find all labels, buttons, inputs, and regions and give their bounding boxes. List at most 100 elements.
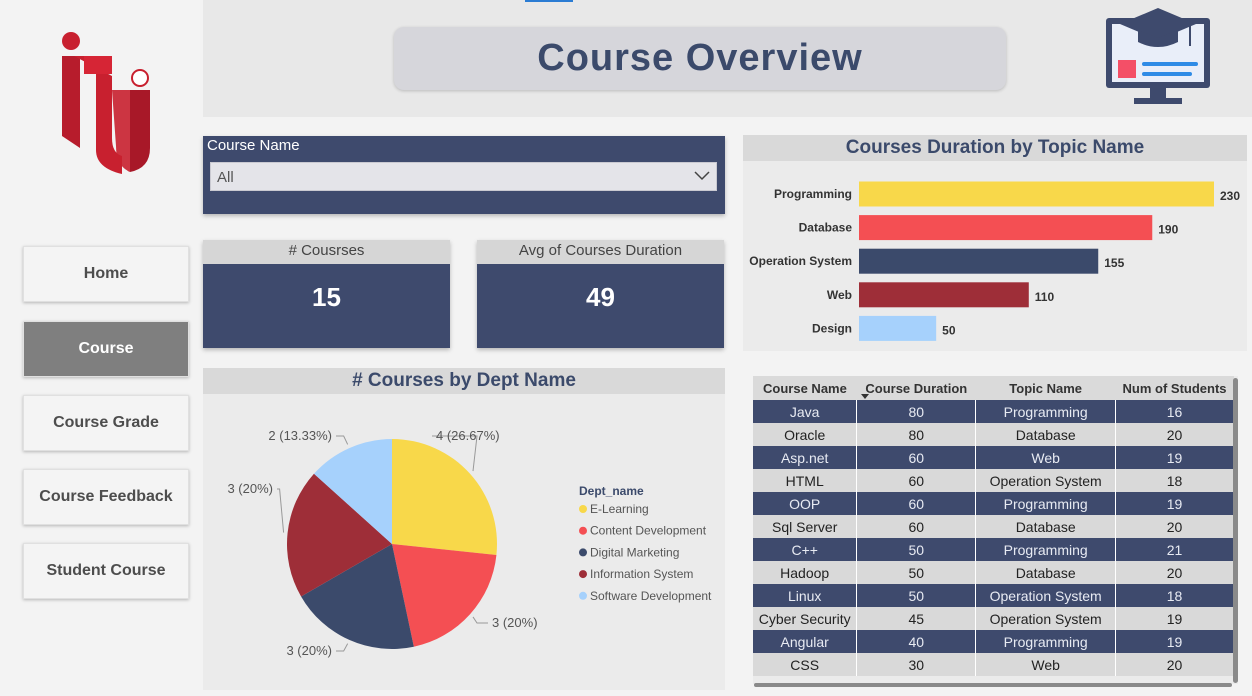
- table-cell: 19: [1115, 607, 1234, 630]
- nav-student-course-button[interactable]: Student Course: [23, 543, 189, 599]
- table-cell: 20: [1115, 515, 1234, 538]
- pie-slice-e-learning[interactable]: [392, 439, 497, 555]
- table-row[interactable]: Oracle 80 Database 20: [753, 423, 1234, 446]
- bar-data-label: 190: [1158, 223, 1178, 237]
- bar-chart: Programming 230 Database 190 Operation Syste…: [749, 181, 1240, 341]
- pie-data-label: 3 (20%): [286, 643, 332, 658]
- bar-data-label: 155: [1104, 256, 1124, 270]
- card-value: 49: [586, 282, 615, 312]
- table-row[interactable]: Asp.net 60 Web 19: [753, 446, 1234, 469]
- table-cell: 45: [856, 607, 977, 630]
- table-row[interactable]: HTML 60 Operation System 18: [753, 469, 1234, 492]
- legend-item[interactable]: Digital Marketing: [590, 545, 679, 559]
- table-cell: 18: [1115, 584, 1234, 607]
- bar-database[interactable]: [859, 215, 1153, 241]
- table-row[interactable]: Linux 50 Operation System 18: [753, 584, 1234, 607]
- table-cell: Java: [753, 400, 858, 423]
- slicer-label: Course Name: [207, 137, 300, 154]
- table-cell: Web: [975, 653, 1117, 676]
- column-header-topic-name[interactable]: Topic Name: [975, 376, 1116, 400]
- table-row[interactable]: Sql Server 60 Database 20: [753, 515, 1234, 538]
- table-cell: 60: [856, 492, 977, 515]
- card-courses-count: # Cousrses 15: [203, 240, 450, 348]
- table-cell: 40: [856, 630, 977, 653]
- bar-web[interactable]: [859, 282, 1029, 308]
- table-cell: 19: [1115, 446, 1234, 469]
- course-name-dropdown[interactable]: All: [210, 162, 717, 191]
- table-cell: 80: [856, 423, 977, 446]
- table-cell: Database: [975, 515, 1117, 538]
- sort-desc-icon: [860, 394, 869, 399]
- table-cell: 60: [856, 446, 977, 469]
- pie-data-label: 4 (26.67%): [436, 428, 500, 443]
- legend-item[interactable]: Information System: [590, 567, 693, 581]
- table-cell: Programming: [975, 538, 1117, 561]
- column-header-num-students[interactable]: Num of Students: [1115, 376, 1234, 400]
- table-row[interactable]: CSS 30 Web 20: [753, 653, 1234, 676]
- legend-item[interactable]: Software Development: [590, 589, 712, 603]
- table-cell: 16: [1115, 400, 1234, 423]
- table-cell: Hadoop: [753, 561, 858, 584]
- table-header-row: Course Name Course Duration Topic Name N…: [753, 376, 1234, 400]
- pie-chart-title: # Courses by Dept Name: [203, 368, 725, 394]
- legend-item[interactable]: Content Development: [590, 524, 707, 538]
- table-cell: 20: [1115, 423, 1234, 446]
- nav-home-button[interactable]: Home: [23, 246, 189, 302]
- nav-course-button[interactable]: Course: [23, 321, 189, 377]
- table-cell: Operation System: [975, 607, 1117, 630]
- table-cell: Programming: [975, 400, 1117, 423]
- nav-course-feedback-button[interactable]: Course Feedback: [23, 469, 189, 525]
- pie-leader-line: [277, 488, 285, 533]
- table-cell: 18: [1115, 469, 1234, 492]
- table-row[interactable]: Hadoop 50 Database 20: [753, 561, 1234, 584]
- table-cell: CSS: [753, 653, 858, 676]
- pie-leader-line: [336, 435, 349, 445]
- course-table-container: Course Name Course Duration Topic Name N…: [753, 376, 1238, 684]
- column-header-course-name[interactable]: Course Name: [753, 376, 857, 400]
- table-cell: Operation System: [975, 469, 1117, 492]
- table-row[interactable]: Java 80 Programming 16: [753, 400, 1234, 423]
- table-row[interactable]: OOP 60 Programming 19: [753, 492, 1234, 515]
- bar-design[interactable]: [859, 315, 937, 341]
- table-cell: 30: [856, 653, 977, 676]
- table-cell: Operation System: [975, 584, 1117, 607]
- nav-course-grade-button[interactable]: Course Grade: [23, 395, 189, 451]
- table-cell: Sql Server: [753, 515, 858, 538]
- legend-marker: [579, 526, 587, 535]
- table-cell: 19: [1115, 492, 1234, 515]
- legend-marker: [579, 570, 587, 579]
- table-cell: 19: [1115, 630, 1234, 653]
- card-value: 15: [312, 282, 341, 312]
- legend-item[interactable]: E-Learning: [590, 502, 649, 516]
- table-cell: 20: [1115, 561, 1234, 584]
- table-horizontal-scrollbar[interactable]: [754, 683, 1232, 687]
- card-label: Avg of Courses Duration: [477, 240, 724, 264]
- table-cell: 50: [856, 538, 977, 561]
- table-cell: Programming: [975, 492, 1117, 515]
- bar-chart-panel: Programming 230 Database 190 Operation Syste…: [743, 161, 1247, 351]
- slicer-value: All: [217, 169, 234, 186]
- column-header-course-duration[interactable]: Course Duration: [856, 376, 976, 400]
- table-cell: 60: [856, 469, 977, 492]
- bar-category-label: Programming: [774, 187, 852, 201]
- bar-operation-system[interactable]: [859, 248, 1099, 274]
- table-cell: 60: [856, 515, 977, 538]
- bar-programming[interactable]: [859, 181, 1214, 207]
- table-row[interactable]: Angular 40 Programming 19: [753, 630, 1234, 653]
- column-header-label: Course Duration: [865, 380, 968, 396]
- table-cell: Asp.net: [753, 446, 858, 469]
- bar-data-label: 50: [942, 323, 956, 337]
- card-avg-duration: Avg of Courses Duration 49: [477, 240, 724, 348]
- page-title: Course Overview: [394, 27, 1006, 90]
- table-cell: Web: [975, 446, 1117, 469]
- table-cell: Database: [975, 561, 1117, 584]
- table-cell: Angular: [753, 630, 858, 653]
- table-cell: Database: [975, 423, 1117, 446]
- table-row[interactable]: Cyber Security 45 Operation System 19: [753, 607, 1234, 630]
- table-cell: HTML: [753, 469, 858, 492]
- table-cell: 50: [856, 561, 977, 584]
- bar-category-label: Design: [812, 321, 852, 335]
- pie-data-label: 3 (20%): [227, 481, 273, 496]
- table-row[interactable]: C++ 50 Programming 21: [753, 538, 1234, 561]
- table-vertical-scrollbar[interactable]: [1233, 378, 1238, 683]
